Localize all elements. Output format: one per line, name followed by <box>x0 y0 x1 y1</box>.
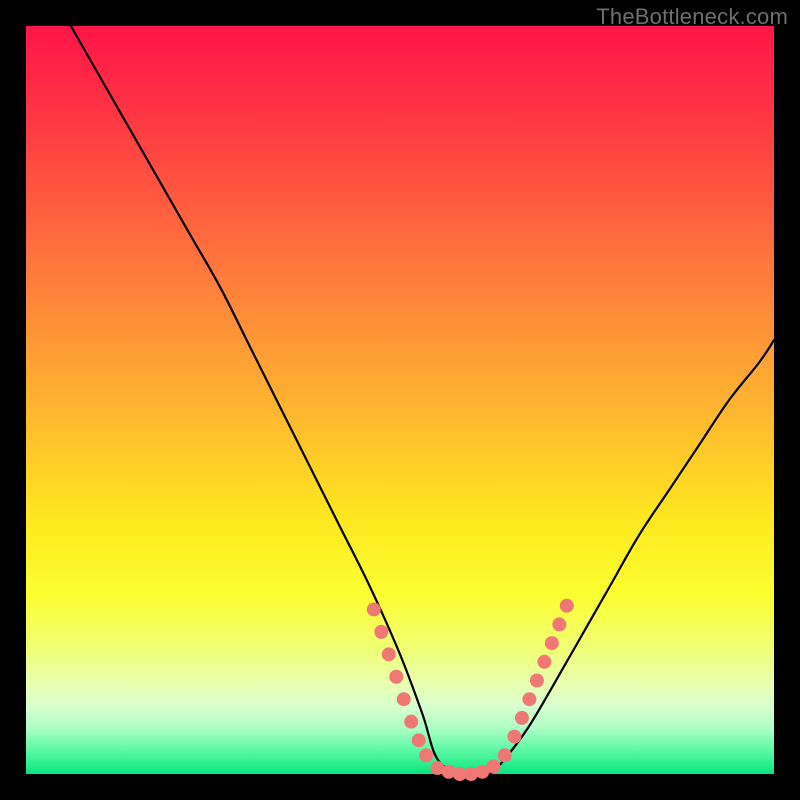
highlight-dot <box>367 602 381 616</box>
highlight-dot <box>545 636 559 650</box>
highlight-dot <box>397 692 411 706</box>
highlight-dot <box>537 655 551 669</box>
highlight-dot <box>552 617 566 631</box>
highlight-dot <box>382 647 396 661</box>
highlight-dot <box>560 599 574 613</box>
highlight-dot <box>515 711 529 725</box>
highlight-dot <box>419 748 433 762</box>
highlight-dot <box>522 692 536 706</box>
highlight-dot <box>412 733 426 747</box>
highlight-dot <box>498 748 512 762</box>
highlight-dot <box>404 715 418 729</box>
highlight-dot <box>374 625 388 639</box>
highlight-dot <box>487 760 501 774</box>
highlight-dot <box>507 730 521 744</box>
highlight-dot <box>389 670 403 684</box>
watermark-text: TheBottleneck.com <box>596 4 788 30</box>
bottleneck-curve <box>71 26 774 775</box>
curve-layer <box>26 26 774 774</box>
chart-frame: TheBottleneck.com <box>0 0 800 800</box>
plot-area <box>26 26 774 774</box>
highlight-dot <box>530 674 544 688</box>
highlight-dots-group <box>367 599 574 781</box>
